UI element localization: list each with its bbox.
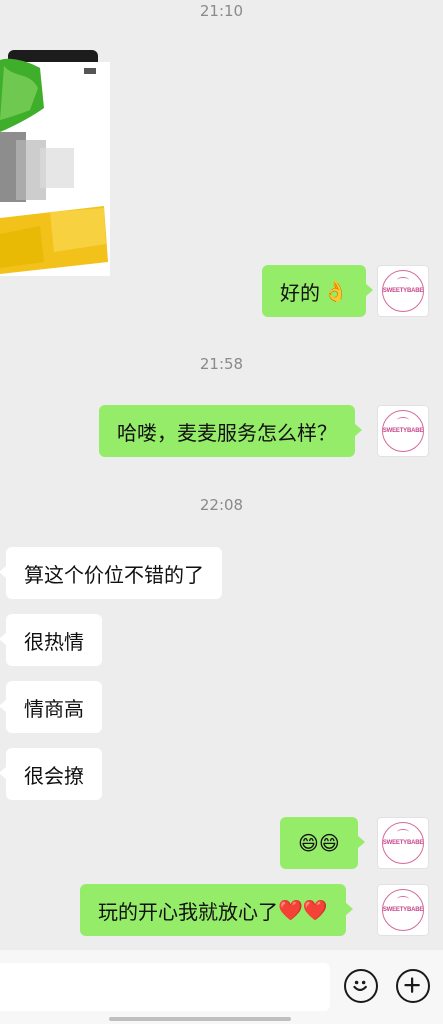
more-button[interactable] xyxy=(396,969,430,1003)
timestamp: 22:08 xyxy=(199,496,244,514)
message-text: 很热情 xyxy=(24,629,84,654)
incoming-message[interactable]: 很会撩 xyxy=(0,748,102,800)
user-avatar[interactable]: SWEETYBABE xyxy=(377,405,429,457)
outgoing-message[interactable]: 好的 👌 xyxy=(262,265,373,317)
message-input[interactable] xyxy=(0,963,330,1011)
emoji-button[interactable] xyxy=(344,969,378,1003)
message-text: 好的 xyxy=(280,280,320,305)
heart-emoji: ❤️❤️ xyxy=(278,898,328,922)
message-text: 很会撩 xyxy=(24,763,84,788)
outgoing-message[interactable]: 😄😄 xyxy=(280,817,365,869)
home-indicator xyxy=(109,1017,291,1021)
user-avatar[interactable]: SWEETYBABE xyxy=(377,265,429,317)
message-text: 情商高 xyxy=(24,696,84,721)
incoming-message[interactable]: 算这个价位不错的了 xyxy=(0,547,222,599)
avatar-logo: SWEETYBABE xyxy=(382,288,424,294)
incoming-message[interactable]: 很热情 xyxy=(0,614,102,666)
incoming-message[interactable]: 情商高 xyxy=(0,681,102,733)
smiley-icon xyxy=(353,980,367,992)
timestamp: 21:10 xyxy=(199,2,244,20)
ok-hand-emoji: 👌 xyxy=(323,279,348,303)
grin-emoji: 😄😄 xyxy=(298,831,340,855)
user-avatar[interactable]: SWEETYBABE xyxy=(377,817,429,869)
outgoing-message[interactable]: 玩的开心我就放心了 ❤️❤️ xyxy=(80,884,353,936)
timestamp: 21:58 xyxy=(199,355,244,373)
message-text: 算这个价位不错的了 xyxy=(24,562,204,587)
message-text: 玩的开心我就放心了 xyxy=(98,899,278,924)
image-message[interactable] xyxy=(0,48,112,276)
user-avatar[interactable]: SWEETYBABE xyxy=(377,884,429,936)
message-text: 哈喽，麦麦服务怎么样？ xyxy=(117,420,337,445)
image-thumbnail xyxy=(0,50,110,276)
avatar-logo: SWEETYBABE xyxy=(382,840,424,846)
plus-icon xyxy=(404,977,420,993)
avatar-logo: SWEETYBABE xyxy=(382,428,424,434)
avatar-logo: SWEETYBABE xyxy=(382,907,424,913)
outgoing-message[interactable]: 哈喽，麦麦服务怎么样？ xyxy=(99,405,362,457)
